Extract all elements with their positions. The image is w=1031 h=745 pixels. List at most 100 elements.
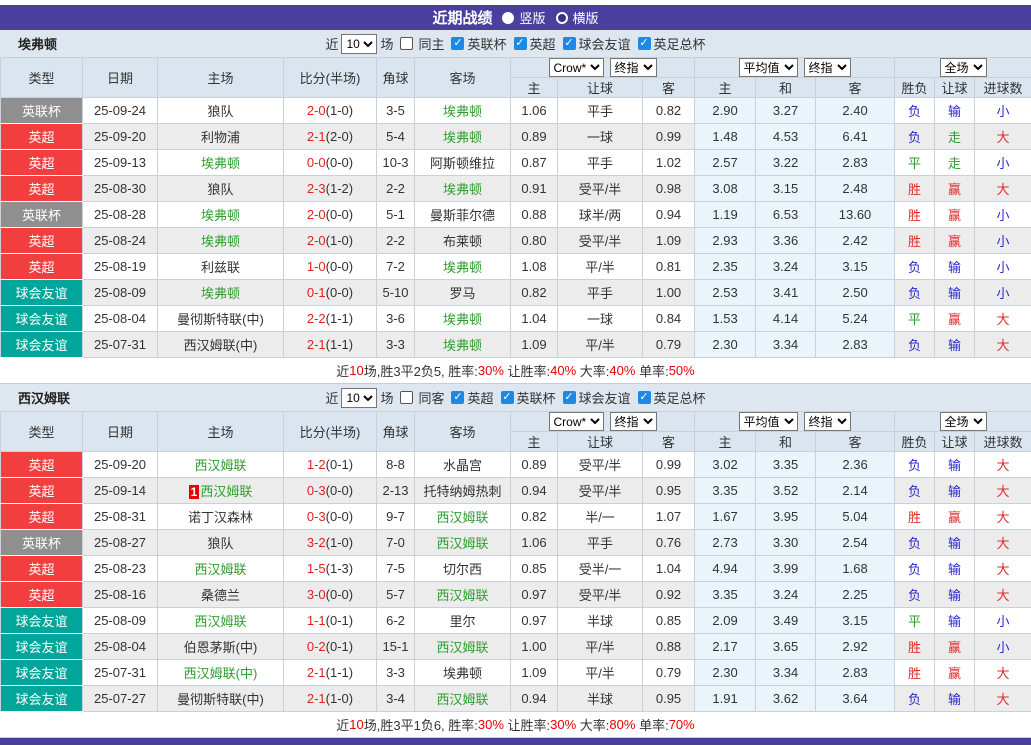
avg-final-select[interactable]: 终指 [804, 412, 851, 431]
handicap-line-cell: 平/半 [558, 660, 643, 686]
avg-away-cell: 2.92 [816, 634, 895, 660]
sub-column-header: 胜负 [895, 78, 935, 98]
score-cell: 1-5(1-3) [284, 556, 377, 582]
odds-final-select[interactable]: 终指 [610, 412, 657, 431]
summary-text: 30% [478, 717, 504, 732]
avg-draw-cell: 3.34 [756, 660, 816, 686]
avg-home-cell: 3.02 [695, 452, 756, 478]
same-venue-checkbox[interactable] [400, 37, 413, 50]
date-cell: 25-08-24 [83, 228, 158, 254]
home-team-cell: 埃弗顿 [158, 228, 284, 254]
handicap-home-odds-cell: 0.89 [511, 124, 558, 150]
full-match-select[interactable]: 全场 [940, 58, 987, 77]
avg-home-cell: 2.09 [695, 608, 756, 634]
odds-final-select[interactable]: 终指 [610, 58, 657, 77]
date-cell: 25-09-24 [83, 98, 158, 124]
sub-column-header: 主 [511, 432, 558, 452]
handicap-result-cell: 输 [935, 332, 975, 358]
league-checkbox[interactable]: ✓ [638, 391, 651, 404]
corners-cell: 3-4 [377, 686, 415, 712]
match-row: 英超25-08-23西汉姆联1-5(1-3)7-5切尔西0.85受半/一1.04… [1, 556, 1031, 582]
home-team-cell: 埃弗顿 [158, 280, 284, 306]
games-label: 场 [380, 34, 393, 53]
league-type-cell: 英超 [1, 504, 83, 530]
sub-column-header: 进球数 [975, 78, 1031, 98]
summary-text: 80% [609, 717, 635, 732]
league-checkbox[interactable]: ✓ [501, 391, 514, 404]
league-checkbox[interactable]: ✓ [514, 37, 527, 50]
match-row: 英超25-08-19利兹联1-0(0-0)7-2埃弗顿1.08平/半0.812.… [1, 254, 1031, 280]
handicap-home-odds-cell: 0.91 [511, 176, 558, 202]
filter-controls: 近10场同主✓英联杯✓英超✓球会友谊✓英足总杯 [325, 34, 705, 54]
handicap-away-odds-cell: 1.02 [643, 150, 695, 176]
corners-cell: 3-3 [377, 660, 415, 686]
half-score: (0-0) [326, 509, 353, 524]
match-count-select[interactable]: 10 [341, 388, 377, 408]
result-cell: 负 [895, 478, 935, 504]
bookmaker-select[interactable]: Crow* [549, 58, 604, 77]
avg-select[interactable]: 平均值 [739, 58, 798, 77]
avg-draw-cell: 3.99 [756, 556, 816, 582]
score-cell: 0-1(0-0) [284, 280, 377, 306]
handicap-result-cell: 赢 [935, 176, 975, 202]
handicap-home-odds-cell: 1.09 [511, 660, 558, 686]
away-team-cell: 水晶宫 [415, 452, 511, 478]
avg-away-cell: 6.41 [816, 124, 895, 150]
avg-away-cell: 3.15 [816, 608, 895, 634]
radio-selected-icon[interactable] [502, 12, 514, 24]
handicap-line-cell: 受平/半 [558, 228, 643, 254]
half-score: (1-0) [326, 233, 353, 248]
away-team-cell: 西汉姆联 [415, 634, 511, 660]
league-checkbox[interactable]: ✓ [563, 37, 576, 50]
bookmaker-select[interactable]: Crow* [549, 412, 604, 431]
team-label: 埃弗顿 [201, 208, 240, 223]
half-score: (0-0) [326, 483, 353, 498]
radio-unselected-icon[interactable] [556, 12, 568, 24]
league-checkbox[interactable]: ✓ [451, 37, 464, 50]
date-cell: 25-07-31 [83, 332, 158, 358]
result-cell: 胜 [895, 176, 935, 202]
home-team-cell: 狼队 [158, 530, 284, 556]
handicap-line-cell: 平手 [558, 150, 643, 176]
league-checkbox-label: 英足总杯 [654, 388, 706, 407]
avg-home-cell: 1.19 [695, 202, 756, 228]
avg-select[interactable]: 平均值 [739, 412, 798, 431]
corners-cell: 3-6 [377, 306, 415, 332]
sub-column-header: 和 [756, 432, 816, 452]
avg-home-cell: 2.30 [695, 660, 756, 686]
score-cell: 2-1(1-0) [284, 686, 377, 712]
handicap-result-cell: 赢 [935, 660, 975, 686]
radio-horizontal-label: 横版 [573, 8, 599, 27]
avg-final-select[interactable]: 终指 [804, 58, 851, 77]
league-type-cell: 英超 [1, 254, 83, 280]
handicap-line-cell: 平手 [558, 530, 643, 556]
same-venue-checkbox[interactable] [400, 391, 413, 404]
layout-radio-vertical[interactable]: 竖版 [502, 8, 545, 27]
match-row: 球会友谊25-08-04曼彻斯特联(中)2-2(1-1)3-6埃弗顿1.04一球… [1, 306, 1031, 332]
summary-row: 近10场,胜3平2负5, 胜率:30% 让胜率:40% 大率:40% 单率:50… [0, 358, 1031, 384]
handicap-away-odds-cell: 0.79 [643, 332, 695, 358]
layout-radio-horizontal[interactable]: 横版 [556, 8, 599, 27]
home-team-cell: 曼彻斯特联(中) [158, 686, 284, 712]
date-cell: 25-08-09 [83, 280, 158, 306]
match-row: 球会友谊25-08-09西汉姆联1-1(0-1)6-2里尔0.97半球0.852… [1, 608, 1031, 634]
home-team-cell: 伯恩茅斯(中) [158, 634, 284, 660]
handicap-result-cell: 输 [935, 98, 975, 124]
avg-draw-cell: 3.52 [756, 478, 816, 504]
full-score: 2-2 [307, 311, 326, 326]
sub-column-header: 客 [816, 432, 895, 452]
handicap-away-odds-cell: 1.04 [643, 556, 695, 582]
team-label: 切尔西 [443, 562, 482, 577]
handicap-away-odds-cell: 1.00 [643, 280, 695, 306]
full-match-select[interactable]: 全场 [940, 412, 987, 431]
avg-home-cell: 3.35 [695, 582, 756, 608]
match-count-select[interactable]: 10 [341, 34, 377, 54]
result-cell: 负 [895, 98, 935, 124]
league-checkbox[interactable]: ✓ [451, 391, 464, 404]
result-cell: 负 [895, 530, 935, 556]
team-label: 水晶宫 [443, 458, 482, 473]
team-label: 埃弗顿 [443, 338, 482, 353]
league-checkbox[interactable]: ✓ [563, 391, 576, 404]
half-score: (1-2) [326, 181, 353, 196]
league-checkbox[interactable]: ✓ [638, 37, 651, 50]
